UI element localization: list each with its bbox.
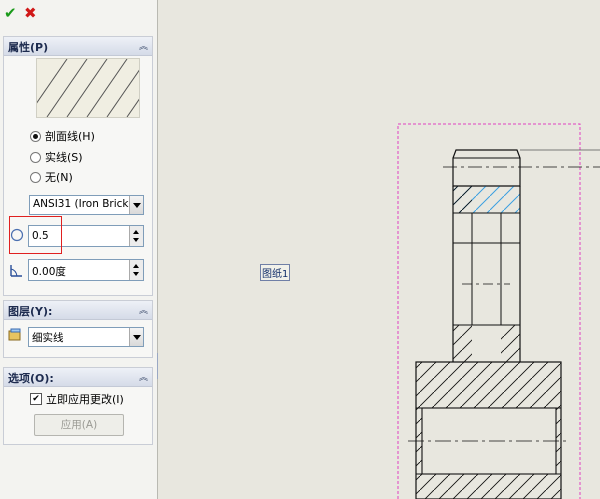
hatch-region <box>501 325 520 362</box>
hatch-region <box>453 186 472 213</box>
drawing-view[interactable] <box>0 0 600 499</box>
shaft-top-outline <box>452 149 521 187</box>
hatch-region <box>453 325 472 362</box>
